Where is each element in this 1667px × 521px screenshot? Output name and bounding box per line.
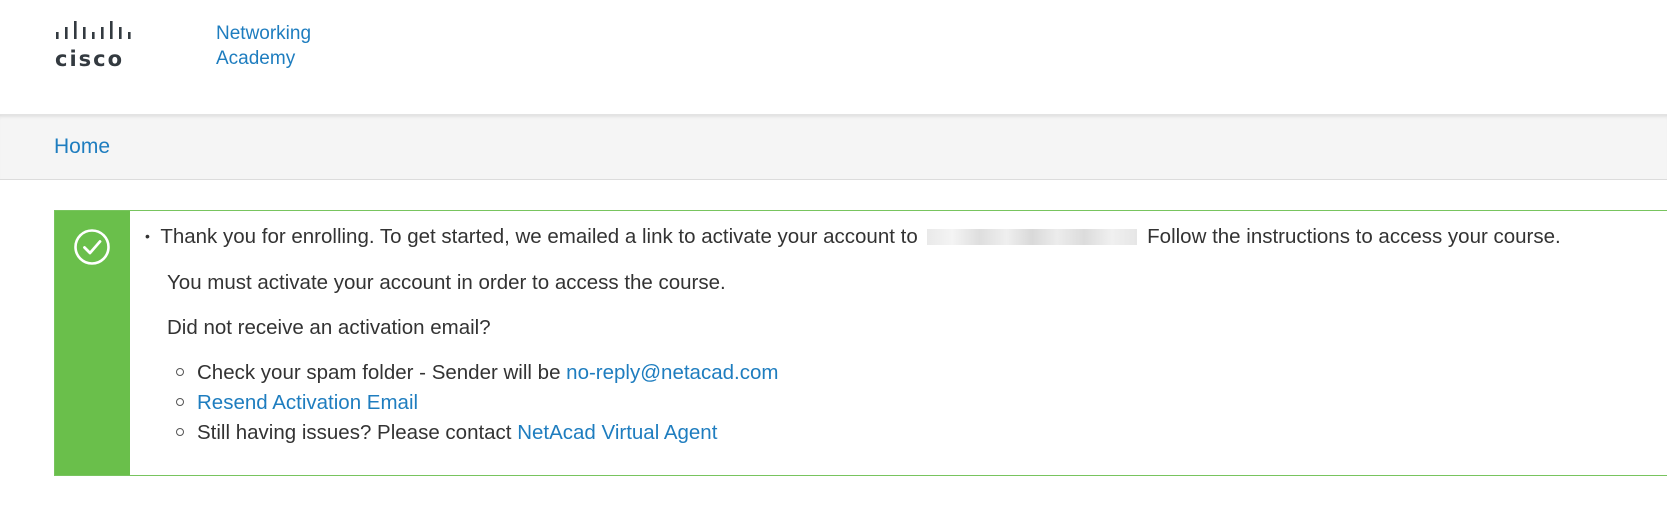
message-line-1-end: Follow the instructions to access your c… [1147, 225, 1561, 248]
virtual-agent-link[interactable]: NetAcad Virtual Agent [517, 421, 717, 444]
check-circle-icon [72, 227, 112, 272]
message-line-1: • Thank you for enrolling. To get starte… [145, 225, 1561, 249]
academy-line-1: Networking [216, 23, 312, 44]
home-link[interactable]: Home [54, 135, 110, 159]
redacted-email [927, 229, 1138, 245]
page-header: cisco Networking Academy [0, 0, 1667, 114]
cisco-logo: cisco [55, 20, 140, 71]
breadcrumb-nav: Home [0, 114, 1667, 180]
circle-bullet-icon [176, 368, 184, 376]
resend-activation-email-link[interactable]: Resend Activation Email [197, 391, 418, 414]
help-item-text: Still having issues? Please contact [197, 421, 518, 444]
cisco-networking-academy-logo[interactable]: cisco Networking Academy [55, 20, 311, 71]
academy-name: Networking Academy [216, 21, 311, 71]
message-line-3: Did not receive an activation email? [167, 316, 491, 339]
alert-status-bar [55, 211, 130, 475]
cisco-bars-icon [55, 20, 140, 42]
help-item-spam: Check your spam folder - Sender will be … [167, 361, 778, 385]
circle-bullet-icon [176, 428, 184, 436]
circle-bullet-icon [176, 398, 184, 406]
academy-line-2: Academy [216, 48, 296, 69]
cisco-wordmark: cisco [55, 47, 125, 71]
message-line-1-start: Thank you for enrolling. To get started,… [160, 225, 918, 248]
help-item-resend: Resend Activation Email [167, 391, 418, 415]
bullet-icon: • [145, 228, 150, 244]
message-line-2: You must activate your account in order … [167, 271, 726, 294]
enrollment-success-alert: • Thank you for enrolling. To get starte… [54, 210, 1667, 476]
help-item-text: Check your spam folder - Sender will be [197, 361, 567, 384]
help-item-contact: Still having issues? Please contact NetA… [167, 421, 717, 445]
sender-email-link[interactable]: no-reply@netacad.com [566, 361, 778, 384]
